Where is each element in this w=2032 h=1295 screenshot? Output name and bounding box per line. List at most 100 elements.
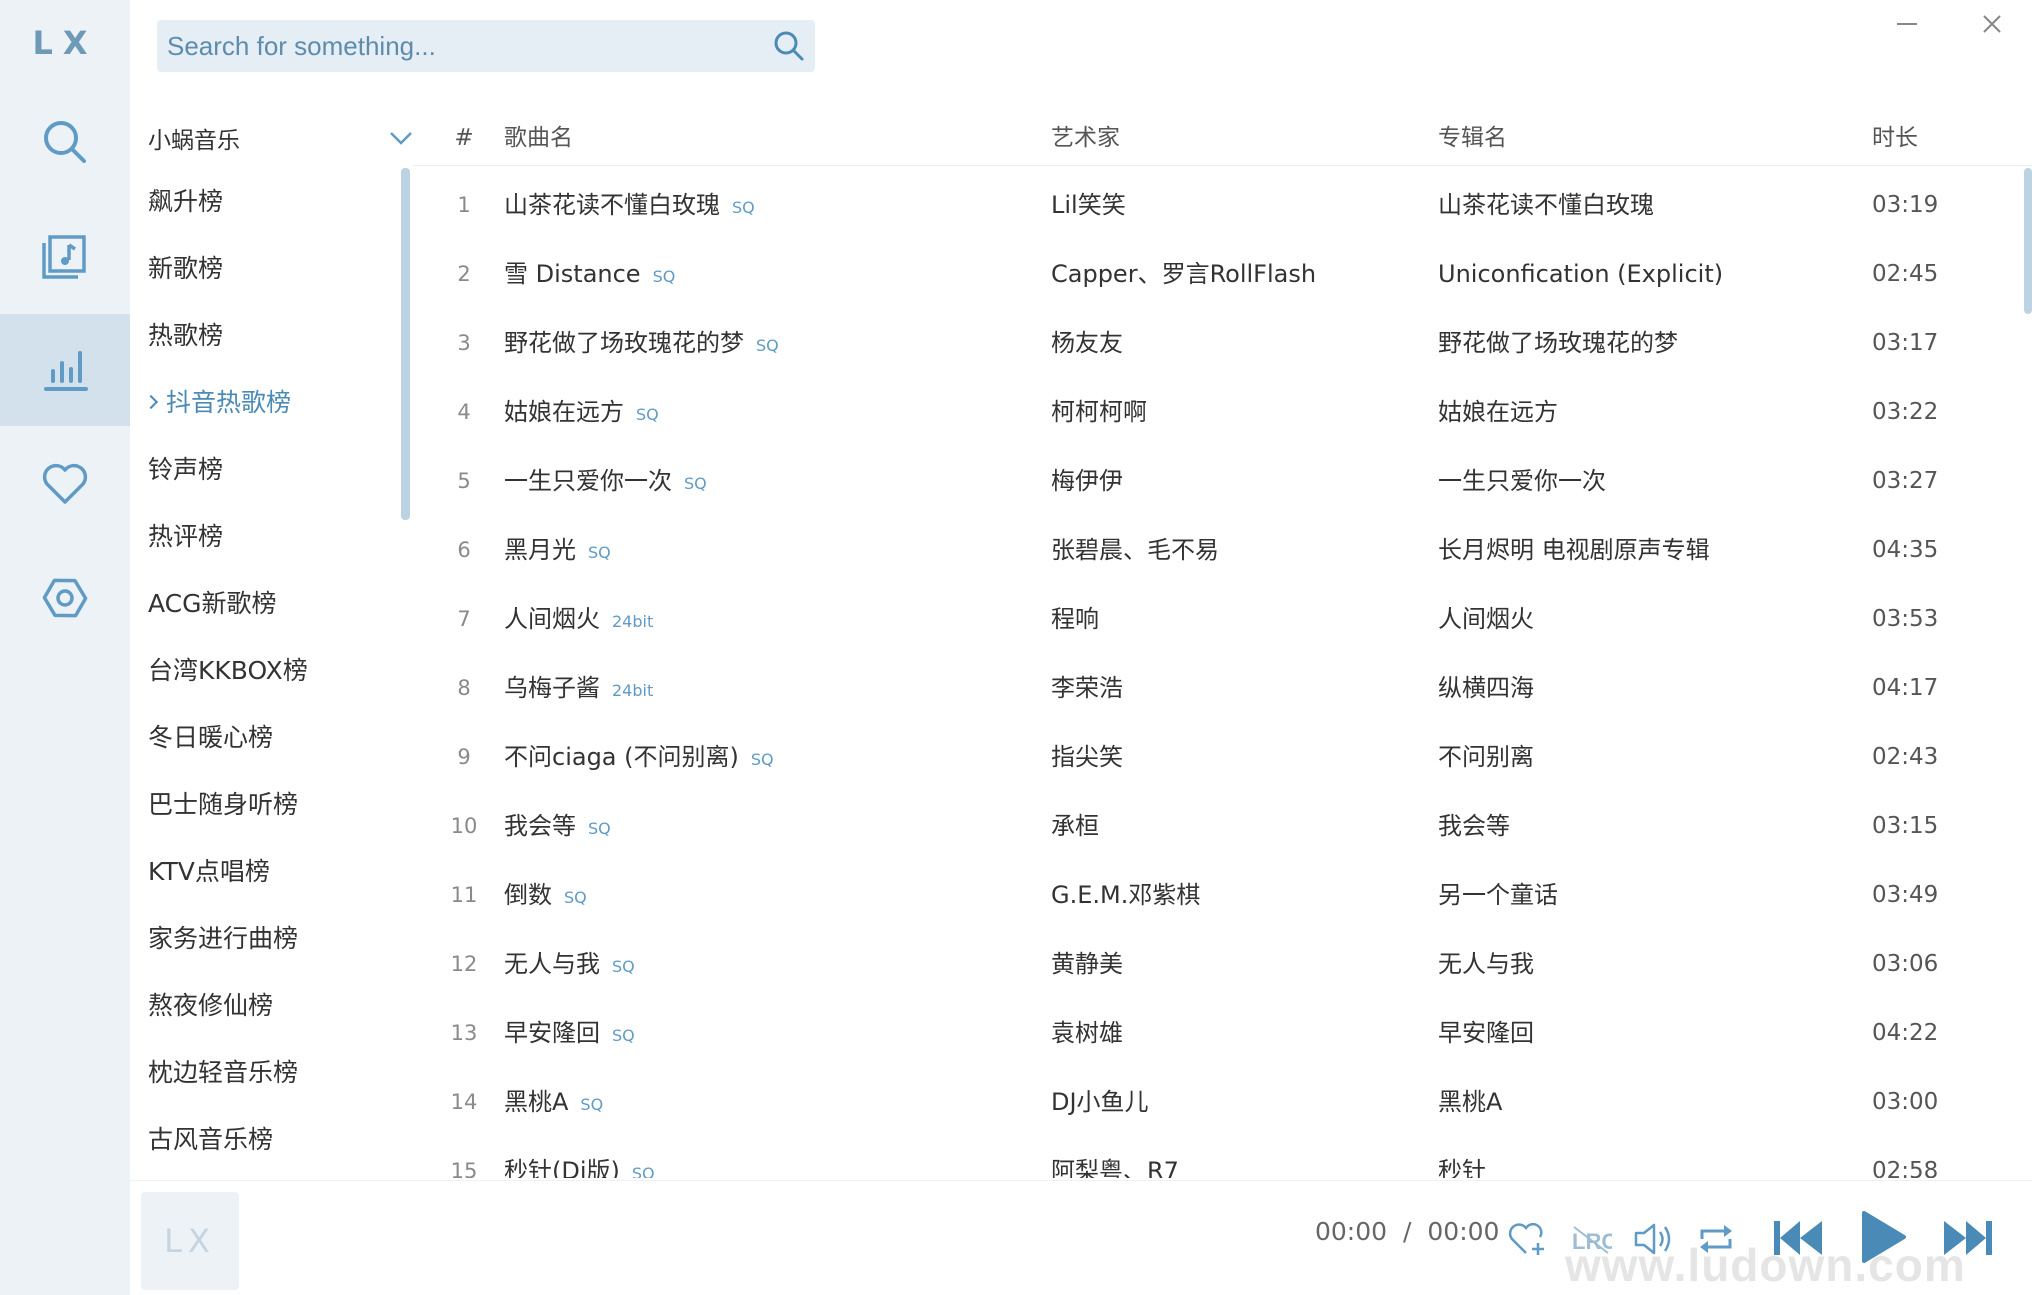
song-title: 乌梅子酱	[504, 674, 600, 702]
quality-badge: SQ	[588, 819, 611, 838]
song-artist: 杨友友	[1051, 329, 1123, 357]
song-artist: DJ小鱼儿	[1051, 1088, 1149, 1116]
song-title: 我会等	[504, 812, 576, 840]
app-logo: LX	[32, 24, 98, 62]
quality-badge: 24bit	[612, 681, 654, 700]
leaderboard-item[interactable]: 古风音乐榜	[130, 1106, 412, 1173]
song-album: 不问别离	[1438, 743, 1534, 771]
search-icon	[44, 121, 86, 163]
leaderboard-item[interactable]: 铃声榜	[130, 436, 412, 503]
song-name: 一生只爱你一次 SQ	[504, 447, 707, 518]
song-duration: 03:49	[1872, 882, 1939, 908]
nav-settings[interactable]	[0, 542, 130, 654]
song-album: 早安隆回	[1438, 1019, 1534, 1047]
leaderboard-item[interactable]: 冬日暖心榜	[130, 704, 412, 771]
song-table: 1 山茶花读不懂白玫瑰 SQ Lil笑笑 山茶花读不懂白玫瑰 03:19 2 雪 Distan…	[412, 168, 2020, 1178]
song-name: 倒数 SQ	[504, 861, 587, 932]
song-row[interactable]: 14 黑桃A SQ DJ小鱼儿 黑桃A 03:00	[412, 1068, 2020, 1137]
song-row[interactable]: 15 秒针(Dj版) SQ 阿梨粤、R7 秒针 02:58	[412, 1137, 2020, 1178]
song-name: 山茶花读不懂白玫瑰 SQ	[504, 171, 755, 242]
leaderboard-item[interactable]: 热歌榜	[130, 302, 412, 369]
song-name: 乌梅子酱 24bit	[504, 654, 653, 725]
song-row[interactable]: 8 乌梅子酱 24bit 李荣浩 纵横四海 04:17	[412, 654, 2020, 723]
song-number: 8	[457, 676, 471, 700]
song-album: 纵横四海	[1438, 674, 1534, 702]
song-name: 黑月光 SQ	[504, 516, 611, 587]
leaderboard-item[interactable]: 抖音热歌榜	[130, 369, 412, 436]
leaderboard-item[interactable]: 台湾KKBOX榜	[130, 637, 412, 704]
song-row[interactable]: 10 我会等 SQ 承桓 我会等 03:15	[412, 792, 2020, 861]
leaderboard-item[interactable]: 巴士随身听榜	[130, 771, 412, 838]
song-row[interactable]: 13 早安隆回 SQ 袁树雄 早安隆回 04:22	[412, 999, 2020, 1068]
source-select[interactable]: 小蜗音乐	[148, 110, 430, 166]
song-row[interactable]: 3 野花做了场玫瑰花的梦 SQ 杨友友 野花做了场玫瑰花的梦 03:17	[412, 309, 2020, 378]
chevron-down-icon	[390, 132, 412, 145]
album-cover[interactable]: LX	[141, 1192, 239, 1290]
song-title: 一生只爱你一次	[504, 467, 672, 495]
song-duration: 03:06	[1872, 951, 1939, 977]
nav-search[interactable]	[0, 86, 130, 198]
song-name: 黑桃A SQ	[504, 1068, 603, 1139]
minimize-icon[interactable]	[1887, 8, 1927, 48]
song-row[interactable]: 2 雪 Distance SQ Capper、罗言RollFlash Uniconfic…	[412, 240, 2020, 309]
song-album: 另一个童话	[1438, 881, 1558, 909]
total-time: 00:00	[1427, 1217, 1500, 1246]
song-row[interactable]: 4 姑娘在远方 SQ 柯柯柯啊 姑娘在远方 03:22	[412, 378, 2020, 447]
song-table-scrollbar[interactable]	[2024, 168, 2032, 314]
leaderboard-item[interactable]: 家务进行曲榜	[130, 905, 412, 972]
quality-badge: SQ	[652, 267, 676, 286]
leaderboard-list: 飙升榜 新歌榜 热歌榜 抖音热歌榜 铃声榜 热评榜 ACG新歌榜 台湾KKBOX榜 冬日暖心榜巴…	[130, 168, 412, 1173]
time-separator: /	[1403, 1217, 1412, 1246]
song-artist: Capper、罗言RollFlash	[1051, 260, 1317, 288]
current-time: 00:00	[1315, 1217, 1388, 1246]
quality-badge: SQ	[750, 750, 774, 769]
search-icon[interactable]	[773, 30, 805, 62]
song-duration: 03:17	[1872, 330, 1939, 356]
nav-leaderboard[interactable]	[0, 314, 130, 426]
song-row[interactable]: 5 一生只爱你一次 SQ 梅伊伊 一生只爱你一次 03:27	[412, 447, 2020, 516]
leaderboard-item[interactable]: 熬夜修仙榜	[130, 972, 412, 1039]
search-input[interactable]	[157, 20, 757, 72]
song-row[interactable]: 9 不问ciaga (不问别离) SQ 指尖笑 不问别离 02:43	[412, 723, 2020, 792]
quality-badge: SQ	[580, 1095, 604, 1114]
song-name: 无人与我 SQ	[504, 930, 635, 1001]
watermark: www.ludown.com	[1565, 1239, 1966, 1291]
song-row[interactable]: 7 人间烟火 24bit 程响 人间烟火 03:53	[412, 585, 2020, 654]
song-artist: 承桓	[1051, 812, 1099, 840]
song-row[interactable]: 11 倒数 SQ G.E.M.邓紫棋 另一个童话 03:49	[412, 861, 2020, 930]
quality-badge: SQ	[612, 957, 635, 976]
close-icon[interactable]	[1972, 8, 2012, 48]
song-album: 山茶花读不懂白玫瑰	[1438, 191, 1654, 219]
leaderboard-scrollbar[interactable]	[401, 168, 410, 520]
song-title: 黑月光	[504, 536, 576, 564]
search-bar	[157, 20, 815, 72]
song-number: 11	[450, 883, 478, 907]
song-row[interactable]: 1 山茶花读不懂白玫瑰 SQ Lil笑笑 山茶花读不懂白玫瑰 03:19	[412, 171, 2020, 240]
header-duration: 时长	[1872, 125, 1918, 151]
quality-badge: SQ	[756, 336, 779, 355]
song-artist: 程响	[1051, 605, 1099, 633]
leaderboard-item[interactable]: 枕边轻音乐榜	[130, 1039, 412, 1106]
song-number: 10	[450, 814, 478, 838]
leaderboard-item[interactable]: 新歌榜	[130, 235, 412, 302]
leaderboard-panel: 小蜗音乐 飙升榜 新歌榜 热歌榜 抖音热歌榜 铃声榜 热评榜 ACG新歌榜 台湾KKBOX榜冬…	[130, 110, 412, 1180]
song-duration: 03:27	[1872, 468, 1939, 494]
leaderboard-item[interactable]: ACG新歌榜	[130, 570, 412, 637]
song-number: 6	[457, 538, 471, 562]
song-album: Uniconfication (Explicit)	[1438, 260, 1724, 288]
song-row[interactable]: 6 黑月光 SQ 张碧晨、毛不易 长月烬明 电视剧原声专辑 04:35	[412, 516, 2020, 585]
song-name: 姑娘在远方 SQ	[504, 378, 659, 449]
nav-favorites[interactable]	[0, 428, 130, 540]
song-duration: 03:00	[1872, 1089, 1939, 1115]
leaderboard-item[interactable]: 热评榜	[130, 503, 412, 570]
heart-plus-icon[interactable]	[1508, 1221, 1548, 1257]
song-artist: 柯柯柯啊	[1051, 398, 1147, 426]
song-title: 姑娘在远方	[504, 398, 624, 426]
song-row[interactable]: 12 无人与我 SQ 黄静美 无人与我 03:06	[412, 930, 2020, 999]
song-album: 无人与我	[1438, 950, 1534, 978]
leaderboard-item[interactable]: 飙升榜	[130, 168, 412, 235]
leaderboard-item[interactable]: KTV点唱榜	[130, 838, 412, 905]
nav-rail: LX	[0, 0, 130, 1295]
song-number: 14	[450, 1090, 478, 1114]
nav-songlist[interactable]	[0, 200, 130, 312]
